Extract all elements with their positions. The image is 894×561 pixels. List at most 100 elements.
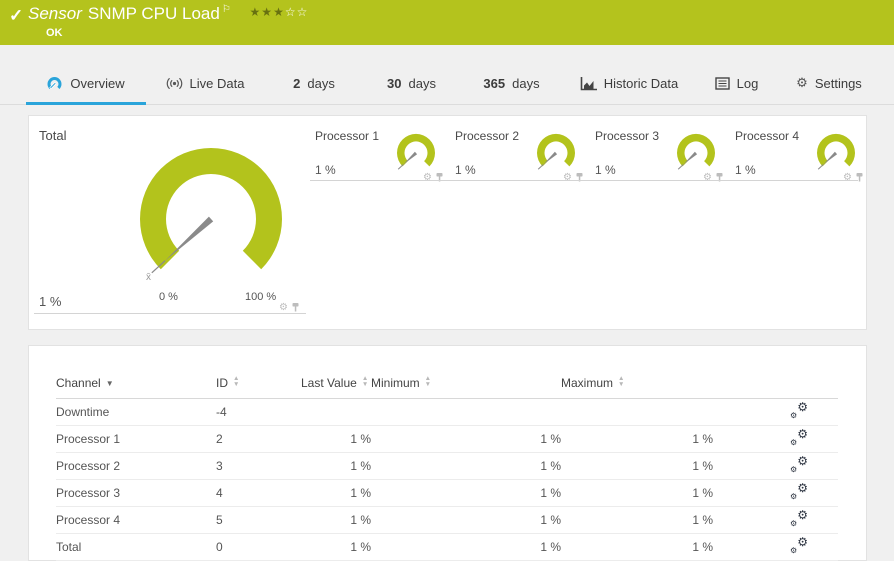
- mean-marker: x̄: [146, 272, 151, 283]
- divider: [450, 180, 590, 181]
- processor-gauge-block[interactable]: Processor 2 1 % ⚙: [453, 116, 593, 316]
- pin-icon[interactable]: [291, 302, 300, 313]
- gauge-settings-icon[interactable]: ⚙: [703, 173, 712, 183]
- col-header-label: Minimum: [371, 376, 420, 390]
- tab-log[interactable]: Log: [694, 65, 779, 105]
- minimum-cell: 1 %: [371, 533, 561, 560]
- maximum-cell: 1 %: [561, 533, 713, 560]
- tab-historic-data[interactable]: Historic Data: [564, 65, 694, 105]
- pin-icon[interactable]: [855, 172, 864, 183]
- sort-icon: ▲▼: [362, 376, 368, 387]
- minimum-cell: 1 %: [371, 425, 561, 452]
- sensor-name: SNMP CPU Load: [88, 4, 220, 23]
- processor-gauge-block[interactable]: Processor 1 1 % ⚙: [313, 116, 453, 316]
- gauge-settings-icon[interactable]: ⚙: [843, 173, 852, 183]
- channel-label: Processor 2: [455, 129, 519, 143]
- table-row[interactable]: Processor 1 2 1 % 1 % 1 % ⚙⚙: [56, 425, 838, 452]
- pin-icon[interactable]: [715, 172, 724, 183]
- table-row[interactable]: Downtime -4 ⚙⚙: [56, 398, 838, 425]
- sort-desc-icon: ▼: [106, 379, 114, 388]
- processor-gauge[interactable]: [533, 133, 579, 177]
- last-value-cell: 1 %: [301, 479, 371, 506]
- channel-settings-icon[interactable]: ⚙⚙: [790, 403, 808, 418]
- pin-icon[interactable]: [575, 172, 584, 183]
- actions-cell: ⚙⚙: [713, 398, 838, 425]
- col-header-actions: [713, 368, 838, 398]
- scale-max-label: 100 %: [245, 291, 276, 303]
- log-icon: [715, 77, 730, 90]
- channel-cell: Processor 3: [56, 479, 216, 506]
- tab-overview[interactable]: Overview: [26, 65, 146, 105]
- channel-settings-icon[interactable]: ⚙⚙: [790, 457, 808, 472]
- id-cell: 2: [216, 425, 301, 452]
- tab-number: 2: [293, 76, 300, 91]
- table-row[interactable]: Processor 4 5 1 % 1 % 1 % ⚙⚙: [56, 506, 838, 533]
- gear-icon: ⚙: [796, 76, 808, 91]
- tab-number: 365: [483, 76, 505, 91]
- gauge-settings-icon[interactable]: ⚙: [279, 303, 288, 313]
- channel-settings-icon[interactable]: ⚙⚙: [790, 484, 808, 499]
- tab-label: Live Data: [190, 76, 245, 91]
- last-value-cell: 1 %: [301, 425, 371, 452]
- tab-2-days[interactable]: 2 days: [264, 65, 364, 105]
- minimum-cell: [371, 398, 561, 425]
- divider: [310, 180, 450, 181]
- last-value-cell: 1 %: [301, 452, 371, 479]
- pin-icon[interactable]: [435, 172, 444, 183]
- table-row[interactable]: Total 0 1 % 1 % 1 % ⚙⚙: [56, 533, 838, 560]
- gauge-value: 1 %: [595, 163, 616, 177]
- table-row[interactable]: Processor 3 4 1 % 1 % 1 % ⚙⚙: [56, 479, 838, 506]
- col-header-id[interactable]: ID ▲▼: [216, 368, 301, 398]
- channel-cell: Processor 1: [56, 425, 216, 452]
- minimum-cell: 1 %: [371, 452, 561, 479]
- tab-30-days[interactable]: 30 days: [364, 65, 459, 105]
- tab-bar: Overview Live Data 2 days 30 days 365 da…: [0, 45, 894, 105]
- divider: [730, 180, 858, 181]
- actions-cell: ⚙⚙: [713, 479, 838, 506]
- channel-label: Processor 1: [315, 129, 379, 143]
- col-header-maximum[interactable]: Maximum ▲▼: [561, 368, 713, 398]
- flag-icon[interactable]: ⚐: [222, 4, 231, 15]
- tab-settings[interactable]: ⚙ Settings: [779, 65, 879, 105]
- col-header-label: Maximum: [561, 376, 613, 390]
- status-check-icon: ✓: [9, 6, 23, 26]
- total-gauge[interactable]: [134, 141, 294, 291]
- gauge-settings-icon[interactable]: ⚙: [423, 173, 432, 183]
- channel-settings-icon[interactable]: ⚙⚙: [790, 511, 808, 526]
- processor-gauge[interactable]: [673, 133, 719, 177]
- last-value-cell: 1 %: [301, 506, 371, 533]
- processor-gauge[interactable]: [813, 133, 859, 177]
- sort-icon: ▲▼: [618, 376, 624, 387]
- gauge-icon: [47, 76, 63, 92]
- tab-365-days[interactable]: 365 days: [459, 65, 564, 105]
- processor-gauge[interactable]: [393, 133, 439, 177]
- id-cell: -4: [216, 398, 301, 425]
- channel-settings-icon[interactable]: ⚙⚙: [790, 430, 808, 445]
- tab-live-data[interactable]: Live Data: [146, 65, 264, 105]
- maximum-cell: 1 %: [561, 452, 713, 479]
- channel-settings-icon[interactable]: ⚙⚙: [790, 538, 808, 553]
- actions-cell: ⚙⚙: [713, 506, 838, 533]
- channel-label: Processor 3: [595, 129, 659, 143]
- id-cell: 3: [216, 452, 301, 479]
- priority-stars[interactable]: ★★★☆☆: [250, 5, 309, 19]
- gauge-value: 1 %: [39, 294, 61, 309]
- col-header-channel[interactable]: Channel▼: [56, 368, 216, 398]
- processor-gauge-block[interactable]: Processor 3 1 % ⚙: [593, 116, 733, 316]
- channel-cell: Processor 4: [56, 506, 216, 533]
- col-header-label: ID: [216, 376, 228, 390]
- minimum-cell: 1 %: [371, 479, 561, 506]
- processor-gauge-block[interactable]: Processor 4 1 % ⚙: [733, 116, 873, 316]
- divider: [34, 313, 306, 314]
- maximum-cell: 1 %: [561, 506, 713, 533]
- gauge-settings-icon[interactable]: ⚙: [563, 173, 572, 183]
- id-cell: 4: [216, 479, 301, 506]
- col-header-minimum[interactable]: Minimum ▲▼: [371, 368, 561, 398]
- col-header-last-value[interactable]: Last Value▲▼: [301, 368, 371, 398]
- maximum-cell: 1 %: [561, 425, 713, 452]
- scale-min-label: 0 %: [159, 291, 178, 303]
- sort-icon: ▲▼: [233, 376, 239, 387]
- gauge-value: 1 %: [455, 163, 476, 177]
- sort-icon: ▲▼: [425, 376, 431, 387]
- table-row[interactable]: Processor 2 3 1 % 1 % 1 % ⚙⚙: [56, 452, 838, 479]
